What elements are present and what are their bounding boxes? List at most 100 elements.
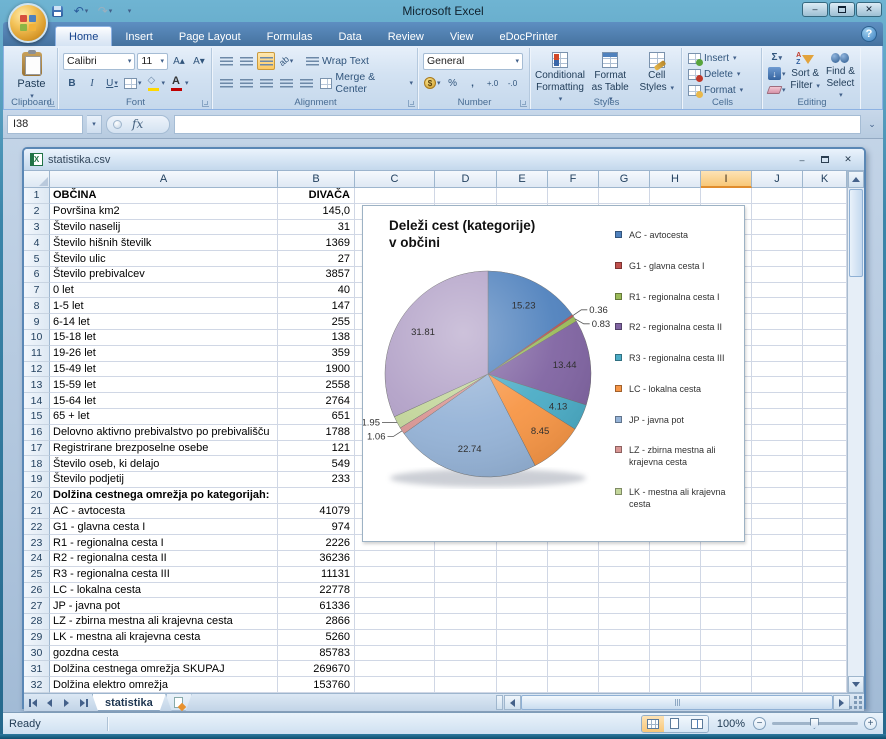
cell-A25[interactable]: R3 - regionalna cesta III (50, 567, 278, 583)
insert-worksheet-button[interactable] (166, 694, 192, 711)
cell-K22[interactable] (803, 519, 847, 535)
align-right-button[interactable] (257, 74, 275, 92)
cell-E27[interactable] (497, 598, 548, 614)
cell-B9[interactable]: 255 (278, 314, 355, 330)
column-header-D[interactable]: D (435, 171, 497, 188)
cell-G1[interactable] (599, 188, 650, 204)
select-all-corner[interactable] (24, 171, 50, 188)
cell-D31[interactable] (435, 661, 497, 677)
cell-B14[interactable]: 2764 (278, 393, 355, 409)
cell-G29[interactable] (599, 630, 650, 646)
cell-E24[interactable] (497, 551, 548, 567)
cell-B10[interactable]: 138 (278, 330, 355, 346)
cell-B8[interactable]: 147 (278, 298, 355, 314)
maximize-button[interactable] (829, 2, 855, 17)
cell-B1[interactable]: DIVAČA (278, 188, 355, 204)
ribbon-tab-edocprinter[interactable]: eDocPrinter (486, 27, 570, 46)
cell-K19[interactable] (803, 472, 847, 488)
close-button[interactable]: ✕ (856, 2, 882, 17)
cell-A30[interactable]: gozdna cesta (50, 646, 278, 662)
cell-K4[interactable] (803, 235, 847, 251)
cell-J6[interactable] (752, 267, 803, 283)
cell-F27[interactable] (548, 598, 599, 614)
row-header-26[interactable]: 26 (24, 583, 50, 599)
cell-A8[interactable]: 1-5 let (50, 298, 278, 314)
cell-A19[interactable]: Število podjetij (50, 472, 278, 488)
cell-C27[interactable] (355, 598, 435, 614)
cell-J22[interactable] (752, 519, 803, 535)
cell-A31[interactable]: Dolžina cestnega omrežja SKUPAJ (50, 661, 278, 677)
cell-J2[interactable] (752, 204, 803, 220)
cell-J12[interactable] (752, 362, 803, 378)
workbook-maximize-button[interactable] (815, 153, 835, 167)
cell-B32[interactable]: 153760 (278, 677, 355, 693)
cell-J24[interactable] (752, 551, 803, 567)
cell-K10[interactable] (803, 330, 847, 346)
zoom-in-button[interactable]: + (864, 717, 877, 730)
cell-F26[interactable] (548, 583, 599, 599)
cell-J7[interactable] (752, 283, 803, 299)
decrease-decimal-button[interactable]: -.0 (504, 74, 522, 92)
zoom-out-button[interactable]: − (753, 717, 766, 730)
italic-button[interactable]: I (83, 74, 101, 92)
row-header-11[interactable]: 11 (24, 346, 50, 362)
cell-I29[interactable] (701, 630, 752, 646)
cell-B28[interactable]: 2866 (278, 614, 355, 630)
cell-F28[interactable] (548, 614, 599, 630)
cell-B5[interactable]: 27 (278, 251, 355, 267)
minimize-button[interactable]: – (802, 2, 828, 17)
ribbon-tab-home[interactable]: Home (55, 26, 112, 46)
cell-K14[interactable] (803, 393, 847, 409)
cell-B26[interactable]: 22778 (278, 583, 355, 599)
cell-H26[interactable] (650, 583, 701, 599)
row-header-19[interactable]: 19 (24, 472, 50, 488)
cell-K29[interactable] (803, 630, 847, 646)
row-header-13[interactable]: 13 (24, 377, 50, 393)
cell-B12[interactable]: 1900 (278, 362, 355, 378)
cell-A27[interactable]: JP - javna pot (50, 598, 278, 614)
cell-K12[interactable] (803, 362, 847, 378)
cell-A21[interactable]: AC - avtocesta (50, 504, 278, 520)
row-header-9[interactable]: 9 (24, 314, 50, 330)
paste-button[interactable]: Paste▾ (9, 50, 54, 102)
increase-decimal-button[interactable]: +.0 (484, 74, 502, 92)
cell-I31[interactable] (701, 661, 752, 677)
ribbon-tab-formulas[interactable]: Formulas (254, 27, 326, 46)
cell-A10[interactable]: 15-18 let (50, 330, 278, 346)
row-header-2[interactable]: 2 (24, 204, 50, 220)
row-header-18[interactable]: 18 (24, 456, 50, 472)
row-header-14[interactable]: 14 (24, 393, 50, 409)
first-sheet-button[interactable] (24, 694, 41, 711)
cell-B30[interactable]: 85783 (278, 646, 355, 662)
row-header-21[interactable]: 21 (24, 504, 50, 520)
cell-J4[interactable] (752, 235, 803, 251)
cell-C31[interactable] (355, 661, 435, 677)
cell-H28[interactable] (650, 614, 701, 630)
cell-E28[interactable] (497, 614, 548, 630)
row-header-24[interactable]: 24 (24, 551, 50, 567)
cell-A15[interactable]: 65 + let (50, 409, 278, 425)
cell-J3[interactable] (752, 220, 803, 236)
row-header-1[interactable]: 1 (24, 188, 50, 204)
cell-B3[interactable]: 31 (278, 220, 355, 236)
fill-color-button[interactable]: ◇▾ (145, 74, 167, 92)
next-sheet-button[interactable] (58, 694, 75, 711)
cell-B11[interactable]: 359 (278, 346, 355, 362)
cell-J20[interactable] (752, 488, 803, 504)
row-header-32[interactable]: 32 (24, 677, 50, 693)
name-box-dropdown[interactable]: ▾ (87, 115, 102, 134)
cell-E31[interactable] (497, 661, 548, 677)
cell-E26[interactable] (497, 583, 548, 599)
cell-K26[interactable] (803, 583, 847, 599)
cell-H31[interactable] (650, 661, 701, 677)
row-header-27[interactable]: 27 (24, 598, 50, 614)
column-header-C[interactable]: C (355, 171, 435, 188)
cell-H29[interactable] (650, 630, 701, 646)
cell-A1[interactable]: OBČINA (50, 188, 278, 204)
orientation-button[interactable]: ab▾ (277, 52, 295, 70)
cell-J26[interactable] (752, 583, 803, 599)
cell-G30[interactable] (599, 646, 650, 662)
cell-B22[interactable]: 974 (278, 519, 355, 535)
align-top-button[interactable] (217, 52, 235, 70)
cell-D28[interactable] (435, 614, 497, 630)
